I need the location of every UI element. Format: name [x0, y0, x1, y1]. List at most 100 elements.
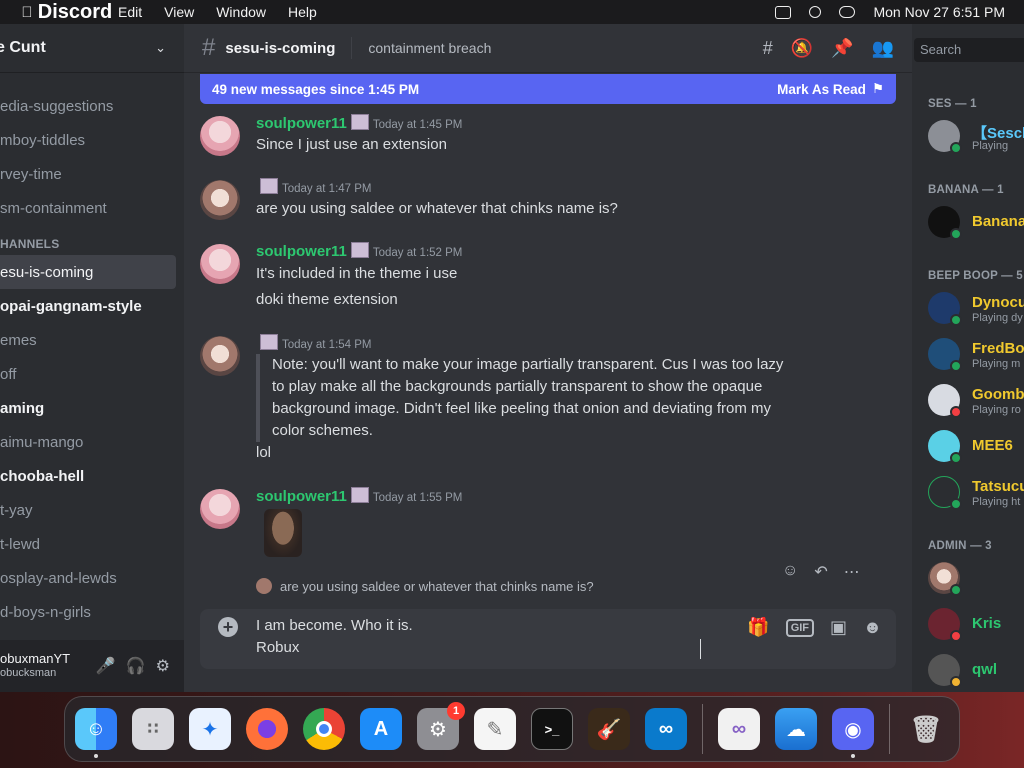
member-item[interactable]	[928, 562, 1024, 604]
member-item[interactable]: Tatsucu Playing ht	[928, 476, 1024, 518]
pinned-messages-icon[interactable]: 📌	[831, 38, 853, 59]
textedit-icon[interactable]: ✎	[474, 708, 516, 750]
menu-window[interactable]: Window	[216, 4, 266, 20]
member-name: FredBo	[972, 340, 1024, 357]
channel-item[interactable]: off	[0, 357, 184, 391]
message-composer[interactable]: + I am become. Who it is. Robux 🎁 GIF ▣ …	[200, 609, 896, 669]
channel-item[interactable]: t-yay	[0, 493, 184, 527]
message-timestamp: Today at 1:52 PM	[372, 247, 463, 259]
chevron-down-icon[interactable]: ⌄	[155, 40, 166, 56]
firefox-icon[interactable]	[246, 708, 288, 750]
menubar-clock[interactable]: Mon Nov 27 6:51 PM	[873, 4, 1005, 20]
avatar	[256, 578, 272, 594]
terminal-icon[interactable]: >_	[531, 708, 573, 750]
channel-item[interactable]: mboy-tiddles	[0, 123, 184, 157]
attach-plus-icon[interactable]: +	[218, 617, 238, 637]
message-author[interactable]: Today at 1:47 PM	[256, 178, 372, 196]
search-input[interactable]: Search	[914, 38, 1024, 62]
member-activity: Playing ht	[972, 496, 1021, 508]
avatar[interactable]	[200, 244, 240, 284]
channel-item[interactable]: edia-suggestions	[0, 89, 184, 123]
member-group-label: ADMIN — 3	[928, 540, 992, 552]
message-author[interactable]: soulpower11 Today at 1:45 PM	[256, 114, 462, 132]
microphone-icon[interactable]: 🎤	[96, 656, 116, 676]
system-settings-icon[interactable]: ⚙ 1	[417, 702, 465, 750]
composer-text-line[interactable]: Robux	[256, 639, 299, 656]
channel-item[interactable]: sm-containment	[0, 191, 184, 225]
app-store-icon[interactable]: A	[360, 708, 402, 750]
avatar[interactable]	[200, 180, 240, 220]
channel-item-cut-off[interactable]	[0, 69, 184, 89]
message-author[interactable]: soulpower11 Today at 1:52 PM	[256, 242, 462, 260]
server-header[interactable]: e Cunt ⌄	[0, 24, 184, 73]
screen-mirroring-icon[interactable]	[775, 5, 792, 19]
member-item[interactable]: FredBo Playing m	[928, 338, 1024, 380]
menu-view[interactable]: View	[164, 4, 194, 20]
user-info[interactable]: obuxmanYT obucksman	[0, 651, 70, 681]
member-item[interactable]: MEE6	[928, 430, 1024, 472]
message-hover-actions: ☺ ↶ ⋯	[782, 562, 860, 582]
menu-edit[interactable]: Edit	[118, 4, 142, 20]
reply-icon[interactable]: ↶	[814, 562, 827, 582]
emoji-image[interactable]	[264, 509, 302, 557]
channel-category-label[interactable]: HANNELS	[0, 225, 184, 255]
channel-item[interactable]: aming	[0, 391, 184, 425]
weather-icon[interactable]: ☁	[775, 708, 817, 750]
role-badge-icon	[260, 178, 278, 194]
gif-icon[interactable]: GIF	[785, 618, 815, 637]
member-list-icon[interactable]: 👥	[872, 38, 894, 59]
discord-icon[interactable]: ◉	[832, 708, 874, 758]
channel-item[interactable]: d-boys-n-girls	[0, 595, 184, 629]
member-activity: Playing dy	[972, 312, 1023, 324]
channel-item[interactable]: aimu-mango	[0, 425, 184, 459]
reply-preview[interactable]: are you using saldee or whatever that ch…	[256, 578, 594, 594]
member-item[interactable]: Goomb Playing ro	[928, 384, 1024, 426]
member-item[interactable]: qwl	[928, 654, 1024, 696]
channel-item-active[interactable]: esu-is-coming	[0, 255, 176, 289]
message-author[interactable]: Today at 1:54 PM	[256, 334, 372, 352]
member-item[interactable]: Dynocu Playing dy	[928, 292, 1024, 334]
member-item[interactable]: Kris	[928, 608, 1024, 650]
channel-item[interactable]: osplay-and-lewds	[0, 561, 184, 595]
trash-icon[interactable]: 🗑	[905, 708, 947, 750]
channel-item[interactable]: emes	[0, 323, 184, 357]
control-center-icon[interactable]	[839, 6, 856, 18]
channel-topic[interactable]: containment breach	[368, 40, 491, 56]
menu-help[interactable]: Help	[288, 4, 317, 20]
channel-item[interactable]: t-lewd	[0, 527, 184, 561]
safari-icon[interactable]: ✦	[189, 708, 231, 750]
mute-bell-icon[interactable]: 🔕	[791, 38, 813, 59]
new-messages-text: 49 new messages since 1:45 PM	[212, 81, 420, 97]
sticker-icon[interactable]: ▣	[830, 617, 847, 638]
chrome-icon[interactable]	[303, 708, 345, 750]
launchpad-icon[interactable]: ∷	[132, 708, 174, 750]
threads-icon[interactable]: #	[763, 38, 773, 59]
spotlight-search-icon[interactable]	[809, 6, 822, 18]
channel-sidebar: e Cunt ⌄ edia-suggestions mboy-tiddles r…	[0, 24, 184, 692]
member-item[interactable]: Banana	[928, 206, 1024, 248]
channel-item[interactable]: opai-gangnam-style	[0, 289, 184, 323]
more-options-icon[interactable]: ⋯	[844, 562, 860, 582]
channel-item[interactable]: chooba-hell	[0, 459, 184, 493]
message-author[interactable]: soulpower11 Today at 1:55 PM	[256, 487, 462, 505]
garageband-icon[interactable]: 🎸	[588, 708, 630, 750]
message-text: doki theme extension	[256, 291, 398, 308]
username: obuxmanYT	[0, 651, 71, 666]
channel-item[interactable]: rvey-time	[0, 157, 184, 191]
emoji-icon[interactable]: ☻	[863, 617, 882, 638]
headphones-icon[interactable]: 🎧	[126, 656, 146, 676]
vscode-icon[interactable]: ∞	[645, 708, 687, 750]
avatar[interactable]	[200, 116, 240, 156]
gift-icon[interactable]: 🎁	[747, 617, 769, 638]
member-item[interactable]: 【Sesch Playing	[928, 120, 1024, 162]
settings-gear-icon[interactable]: ⚙	[156, 656, 170, 676]
message-timestamp: Today at 1:47 PM	[282, 183, 372, 195]
avatar[interactable]	[200, 489, 240, 529]
avatar[interactable]	[200, 336, 240, 376]
add-reaction-icon[interactable]: ☺	[782, 562, 798, 582]
visual-studio-icon[interactable]: ∞	[718, 708, 760, 750]
finder-icon[interactable]: ☺	[75, 708, 117, 758]
composer-text-line[interactable]: I am become. Who it is.	[256, 617, 413, 634]
new-messages-banner[interactable]: 49 new messages since 1:45 PM Mark As Re…	[200, 74, 896, 104]
mark-as-read-button[interactable]: Mark As Read ⚑	[777, 81, 884, 97]
